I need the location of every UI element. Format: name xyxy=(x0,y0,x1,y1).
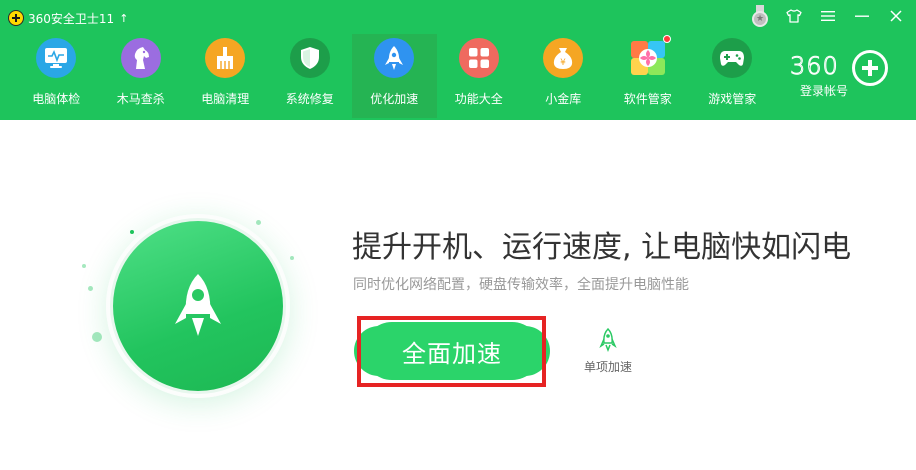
nav-label-trojan-scan: 木马查杀 xyxy=(116,92,165,106)
horse-icon xyxy=(120,38,161,78)
rocket-circle xyxy=(110,218,286,394)
single-accelerate-label: 单项加速 xyxy=(583,360,632,374)
decor-dot xyxy=(82,264,86,268)
nav-label-software-manager: 软件管家 xyxy=(623,92,672,106)
svg-text:¥: ¥ xyxy=(560,58,566,68)
nav-item-game-manager[interactable]: 游戏管家 xyxy=(690,34,775,118)
highlight-box xyxy=(357,316,546,387)
nav-item-features[interactable]: 功能大全 xyxy=(437,34,522,118)
money-bag-icon: ¥ xyxy=(543,38,584,78)
decor-dot xyxy=(88,286,93,291)
monitor-checkup-icon xyxy=(36,38,77,78)
login-label[interactable]: 登录帐号 xyxy=(800,82,848,99)
software-manager-icon xyxy=(628,35,671,78)
window-controls: ★ xyxy=(748,4,908,28)
nav-item-vault[interactable]: ¥ 小金库 xyxy=(521,34,606,118)
main-headline: 提升开机、运行速度, 让电脑快如闪电 xyxy=(352,230,852,265)
main-subline: 同时优化网络配置，硬盘传输效率，全面提升电脑性能 xyxy=(353,277,689,293)
rocket-illustration xyxy=(70,200,330,430)
menu-icon[interactable] xyxy=(816,4,840,28)
medal-icon[interactable]: ★ xyxy=(748,4,772,28)
nav-label-game-manager: 游戏管家 xyxy=(708,92,757,106)
nav-label-checkup: 电脑体检 xyxy=(32,92,81,106)
grid-icon xyxy=(458,38,499,78)
title-bar: 360安全卫士11 ↑ xyxy=(8,10,128,26)
decor-dot xyxy=(290,256,294,260)
single-accelerate-button[interactable]: 单项加速 xyxy=(580,328,636,378)
nav-item-trojan-scan[interactable]: 木马查杀 xyxy=(99,34,184,118)
nav-label-optimize: 优化加速 xyxy=(370,92,419,106)
shield-icon xyxy=(289,38,330,78)
header-bar: 360安全卫士11 ↑ ★ 电脑体检 木马查杀 电脑清理 系统修复 优化加速 功… xyxy=(0,0,916,120)
large-rocket-icon xyxy=(175,274,221,336)
decor-dot xyxy=(92,332,102,342)
brand-360-logo: 360 xyxy=(790,52,839,81)
decor-dot xyxy=(130,230,134,234)
login-plus-icon[interactable] xyxy=(852,50,888,86)
nav-label-vault: 小金库 xyxy=(545,92,582,106)
upgrade-arrow-icon[interactable]: ↑ xyxy=(119,12,128,25)
gamepad-icon xyxy=(712,38,753,78)
rocket-icon xyxy=(374,38,415,78)
nav-item-system-repair[interactable]: 系统修复 xyxy=(268,34,353,118)
nav-label-features: 功能大全 xyxy=(454,92,503,106)
skin-icon[interactable] xyxy=(782,4,806,28)
app-logo-icon xyxy=(8,10,24,26)
nav-item-checkup[interactable]: 电脑体检 xyxy=(14,34,99,118)
decor-dot xyxy=(256,220,261,225)
nav-label-system-repair: 系统修复 xyxy=(285,92,334,106)
close-icon[interactable] xyxy=(884,4,908,28)
notification-dot xyxy=(662,35,671,43)
small-rocket-icon xyxy=(599,328,617,352)
main-nav: 电脑体检 木马查杀 电脑清理 系统修复 优化加速 功能大全 ¥ 小金库 软件管家… xyxy=(14,34,775,118)
broom-icon xyxy=(205,38,246,78)
nav-item-cleanup[interactable]: 电脑清理 xyxy=(183,34,268,118)
nav-label-cleanup: 电脑清理 xyxy=(201,92,250,106)
app-title: 360安全卫士11 xyxy=(28,11,115,26)
minimize-icon[interactable] xyxy=(850,4,874,28)
account-area[interactable]: 360 登录帐号 xyxy=(790,46,900,102)
nav-item-optimize[interactable]: 优化加速 xyxy=(352,34,437,118)
nav-item-software-manager[interactable]: 软件管家 xyxy=(606,34,691,118)
